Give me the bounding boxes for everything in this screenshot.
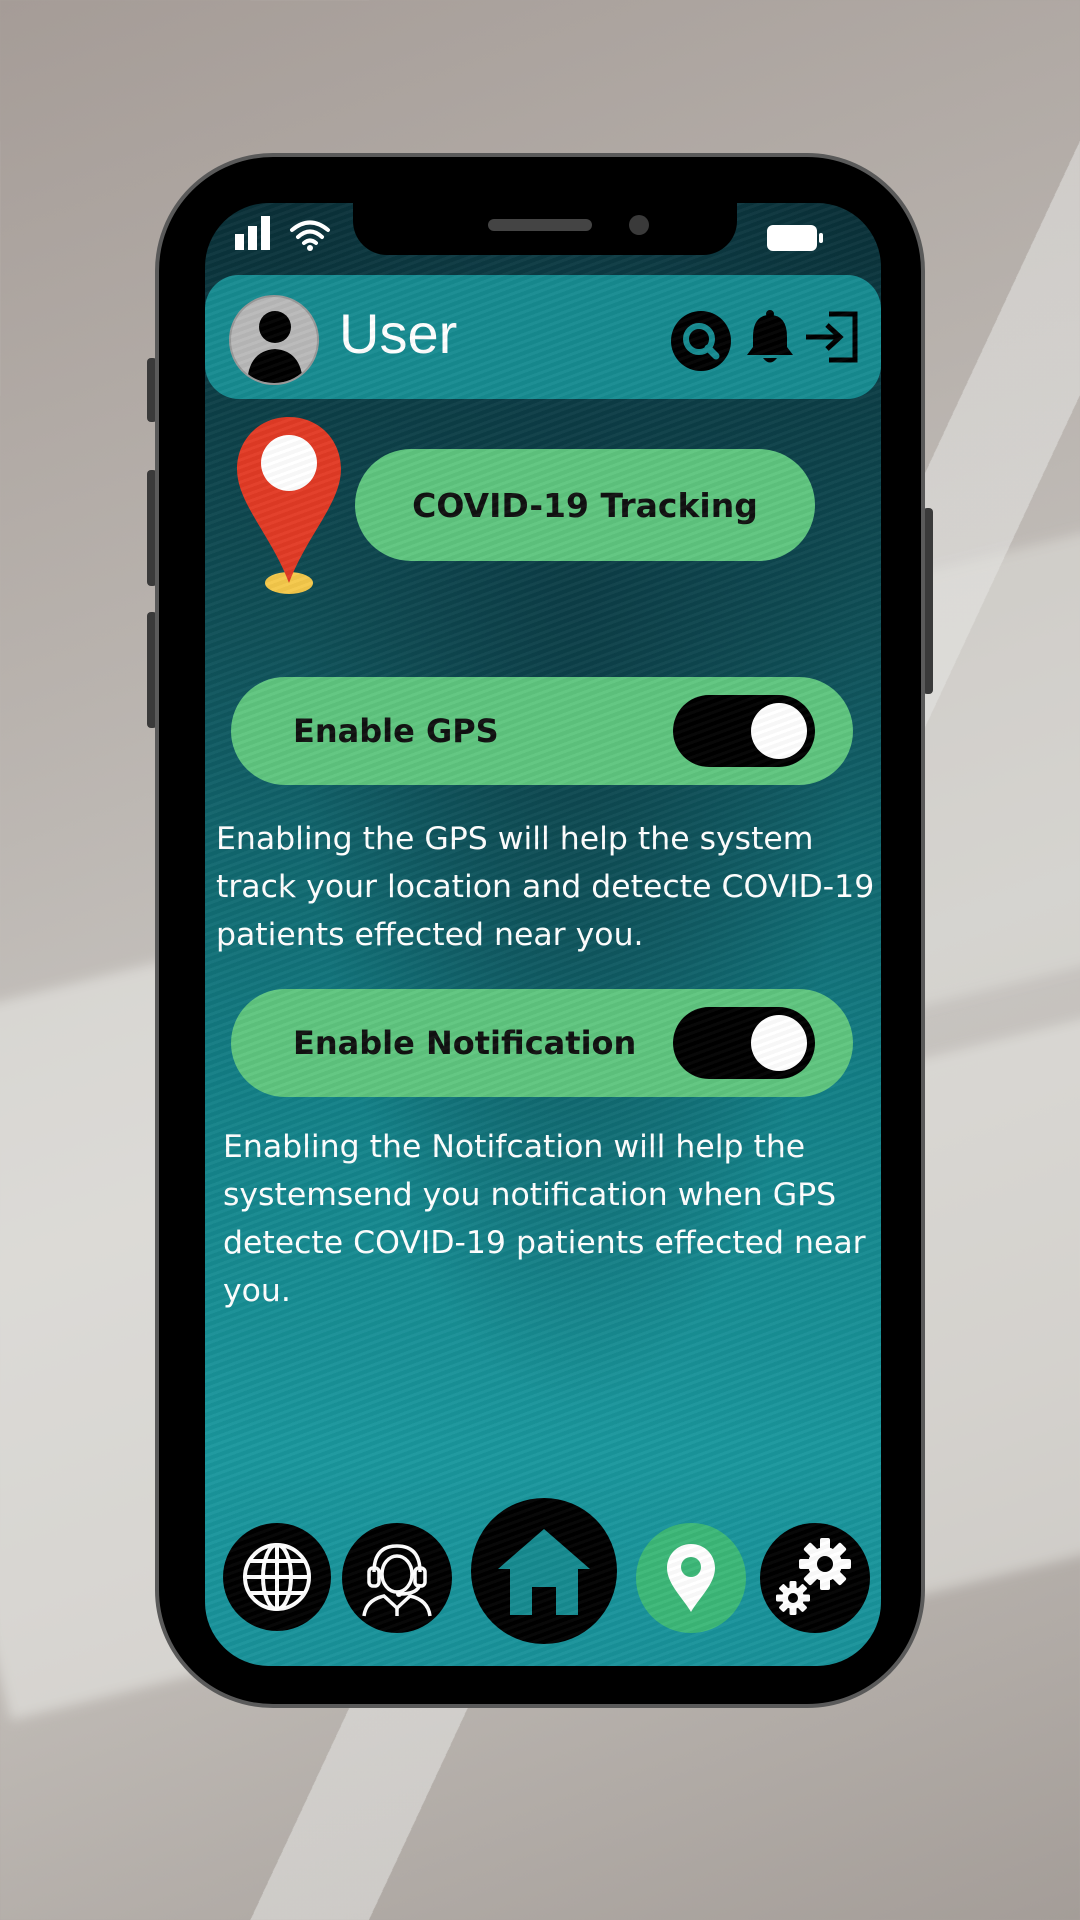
gps-toggle-knob [751,703,807,759]
battery-icon [767,225,823,251]
avatar[interactable] [229,295,319,385]
notch [353,203,737,255]
support-agent-icon [362,1544,432,1617]
notification-description: Enabling the Notifcation will help the s… [223,1129,866,1309]
search-icon[interactable] [671,311,731,371]
nav-location-button[interactable] [636,1523,746,1633]
nav-settings-button[interactable] [760,1523,870,1633]
settings-gears-icon [776,1538,851,1615]
logout-icon[interactable] [803,311,859,363]
notification-toggle-knob [751,1015,807,1071]
covid-tracking-button[interactable]: COVID-19 Tracking [355,449,815,561]
notification-toggle[interactable] [673,1007,815,1079]
speaker [488,219,592,231]
phone-screen: User COVID-19 Tracking Enable GPS Enabli… [205,203,881,1666]
wifi-icon [290,220,330,251]
user-name: User [339,302,458,365]
nav-globe-button[interactable] [223,1523,331,1631]
person-icon [247,311,303,383]
nav-support-button[interactable] [342,1523,452,1633]
enable-gps-row: Enable GPS [231,677,853,785]
enable-gps-label: Enable GPS [293,712,499,750]
globe-icon [243,1543,311,1611]
signal-icon [235,216,270,250]
phone-frame: User COVID-19 Tracking Enable GPS Enabli… [155,153,925,1708]
app-header: User [205,275,881,399]
nav-home-button[interactable] [471,1498,617,1644]
gps-toggle[interactable] [673,695,815,767]
home-icon [498,1529,590,1615]
enable-notification-label: Enable Notification [293,1024,637,1062]
location-pin-icon [667,1544,715,1612]
location-pin-icon [237,417,341,594]
front-camera [629,215,649,235]
bell-icon[interactable] [745,309,795,365]
gps-description: Enabling the GPS will help the system tr… [216,821,875,953]
enable-notification-row: Enable Notification [231,989,853,1097]
